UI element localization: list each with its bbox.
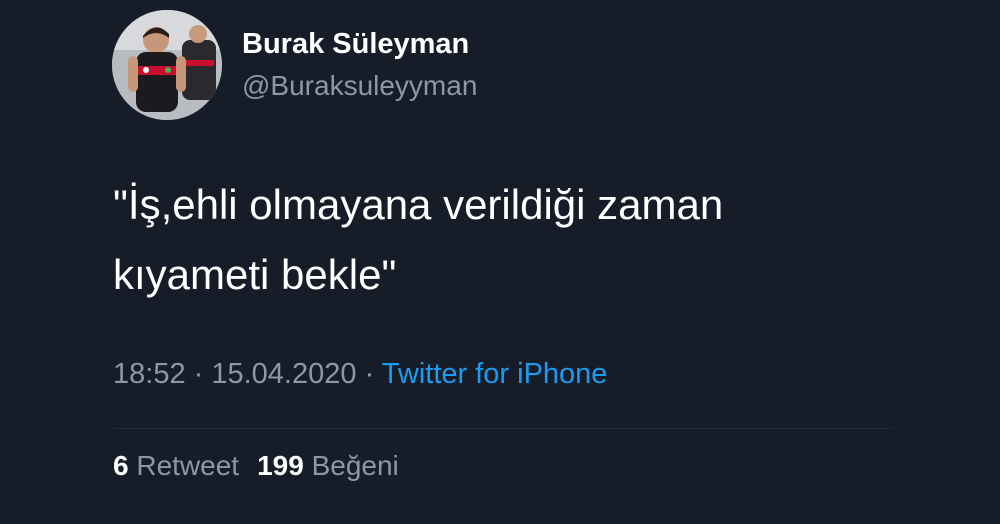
tweet-text-line: "İş,ehli olmayana verildiği zaman	[113, 181, 724, 228]
tweet-source-link[interactable]: Twitter for iPhone	[382, 358, 608, 390]
tweet-stats: 6 Retweet 199 Beğeni	[113, 450, 399, 482]
tweet-meta: 18:52 · 15.04.2020 · Twitter for iPhone	[113, 358, 607, 391]
tweet-text-line: kıyameti bekle"	[113, 251, 397, 298]
retweet-label: Retweet	[136, 450, 240, 481]
like-count: 199	[257, 450, 304, 481]
tweet-date[interactable]: 15.04.2020	[211, 358, 356, 390]
like-stat[interactable]: 199 Beğeni	[257, 450, 399, 481]
author-handle[interactable]: @Buraksuleyyman	[242, 70, 477, 102]
meta-separator: ·	[356, 358, 382, 390]
retweet-stat[interactable]: 6 Retweet	[113, 450, 239, 481]
author-display-name[interactable]: Burak Süleyman	[242, 28, 469, 61]
tweet-time[interactable]: 18:52	[113, 358, 186, 390]
tweet-card: Burak Süleyman @Buraksuleyyman "İş,ehli …	[0, 0, 1000, 524]
tweet-text: "İş,ehli olmayana verildiği zaman kıyame…	[113, 170, 873, 310]
retweet-count: 6	[113, 450, 129, 481]
divider	[113, 428, 893, 429]
profile-photo-icon[interactable]	[112, 10, 222, 120]
like-label: Beğeni	[311, 450, 399, 481]
meta-separator: ·	[185, 358, 212, 390]
